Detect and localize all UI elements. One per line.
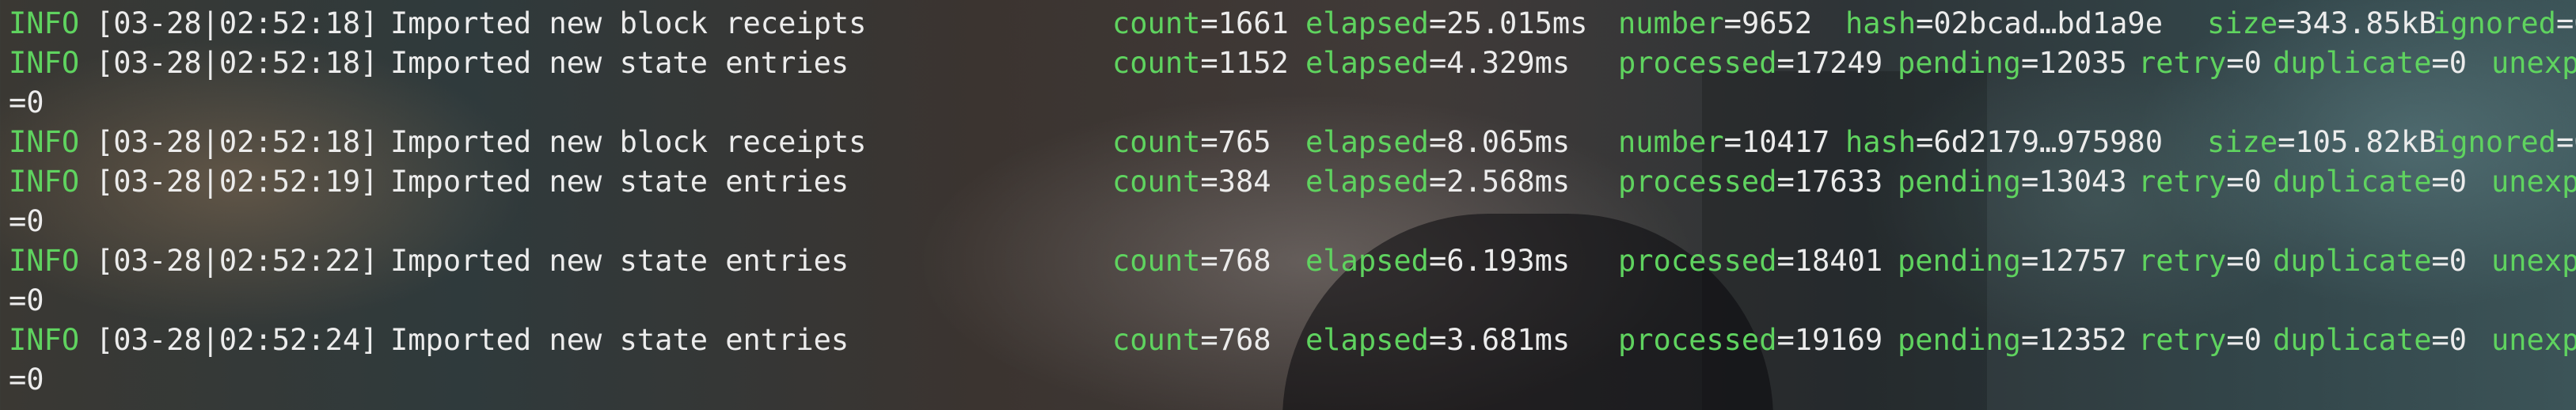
log-message: Imported new state entries [390,46,849,80]
field-duplicate: duplicate=0 [2273,323,2468,357]
field-pending: pending=13043 [1898,165,2127,199]
log-line: INFO [03-28|02:52:18] Imported new state… [9,44,2576,83]
field-duplicate: duplicate=0 [2273,46,2468,80]
field-ignored: ignored=0 [2433,6,2576,40]
log-level: INFO [9,323,80,357]
field-pending: pending=12035 [1898,46,2127,80]
field-retry: retry=0 [2138,165,2262,199]
log-message: Imported new state entries [390,244,849,278]
wrapped-value: =0 [9,85,44,120]
field-elapsed: elapsed=3.681ms [1305,323,1571,357]
log-level: INFO [9,165,80,199]
log-timestamp: [03-28|02:52:18] [96,6,378,40]
field-size: size=343.85kB [2207,6,2437,40]
log-line-wrap: =0 [9,281,2576,321]
field-elapsed: elapsed=8.065ms [1305,125,1571,159]
log-line: INFO [03-28|02:52:22] Imported new state… [9,241,2576,281]
field-duplicate: duplicate=0 [2273,165,2468,199]
field-unexpected-truncated: unexpe [2491,244,2576,278]
wrapped-value: =0 [9,204,44,238]
log-message: Imported new state entries [390,323,849,357]
field-unexpected-truncated: unexpe [2491,46,2576,80]
log-timestamp: [03-28|02:52:18] [96,46,378,80]
field-unexpected-truncated: unexpe [2491,323,2576,357]
field-pending: pending=12757 [1898,244,2127,278]
log-line: INFO [03-28|02:52:18] Imported new block… [9,123,2576,162]
terminal-output: INFO [03-28|02:52:18] Imported new block… [0,0,2576,410]
field-elapsed: elapsed=6.193ms [1305,244,1571,278]
field-count: count=768 [1112,323,1271,357]
field-elapsed: elapsed=2.568ms [1305,165,1571,199]
field-count: count=1152 [1112,46,1289,80]
log-line-wrap: =0 [9,360,2576,400]
field-processed: processed=18401 [1618,244,1883,278]
field-ignored: ignored=0 [2433,125,2576,159]
log-message: Imported new state entries [390,165,849,199]
field-count: count=768 [1112,244,1271,278]
field-unexpected-truncated: unexpe [2491,165,2576,199]
log-line-wrap: =0 [9,202,2576,241]
field-count: count=765 [1112,125,1271,159]
field-pending: pending=12352 [1898,323,2127,357]
field-elapsed: elapsed=4.329ms [1305,46,1571,80]
field-count: count=384 [1112,165,1271,199]
log-timestamp: [03-28|02:52:24] [96,323,378,357]
field-number: number=9652 [1618,6,1813,40]
log-line: INFO [03-28|02:52:19] Imported new state… [9,162,2576,202]
log-message: Imported new block receipts [390,125,867,159]
field-processed: processed=17633 [1618,165,1883,199]
field-retry: retry=0 [2138,244,2262,278]
log-line-wrap: =0 [9,83,2576,123]
log-message: Imported new block receipts [390,6,867,40]
field-hash: hash=02bcad…bd1a9e [1845,6,2163,40]
log-level: INFO [9,6,80,40]
log-timestamp: [03-28|02:52:19] [96,165,378,199]
field-processed: processed=17249 [1618,46,1883,80]
field-number: number=10417 [1618,125,1830,159]
field-retry: retry=0 [2138,46,2262,80]
field-size: size=105.82kB [2207,125,2437,159]
field-elapsed: elapsed=25.015ms [1305,6,1588,40]
field-hash: hash=6d2179…975980 [1845,125,2163,159]
log-level: INFO [9,46,80,80]
field-retry: retry=0 [2138,323,2262,357]
log-line: INFO [03-28|02:52:24] Imported new state… [9,321,2576,360]
log-timestamp: [03-28|02:52:22] [96,244,378,278]
wrapped-value: =0 [9,363,44,397]
log-timestamp: [03-28|02:52:18] [96,125,378,159]
log-level: INFO [9,125,80,159]
field-count: count=1661 [1112,6,1289,40]
log-level: INFO [9,244,80,278]
wrapped-value: =0 [9,283,44,317]
log-line: INFO [03-28|02:52:18] Imported new block… [9,4,2576,44]
field-duplicate: duplicate=0 [2273,244,2468,278]
field-processed: processed=19169 [1618,323,1883,357]
